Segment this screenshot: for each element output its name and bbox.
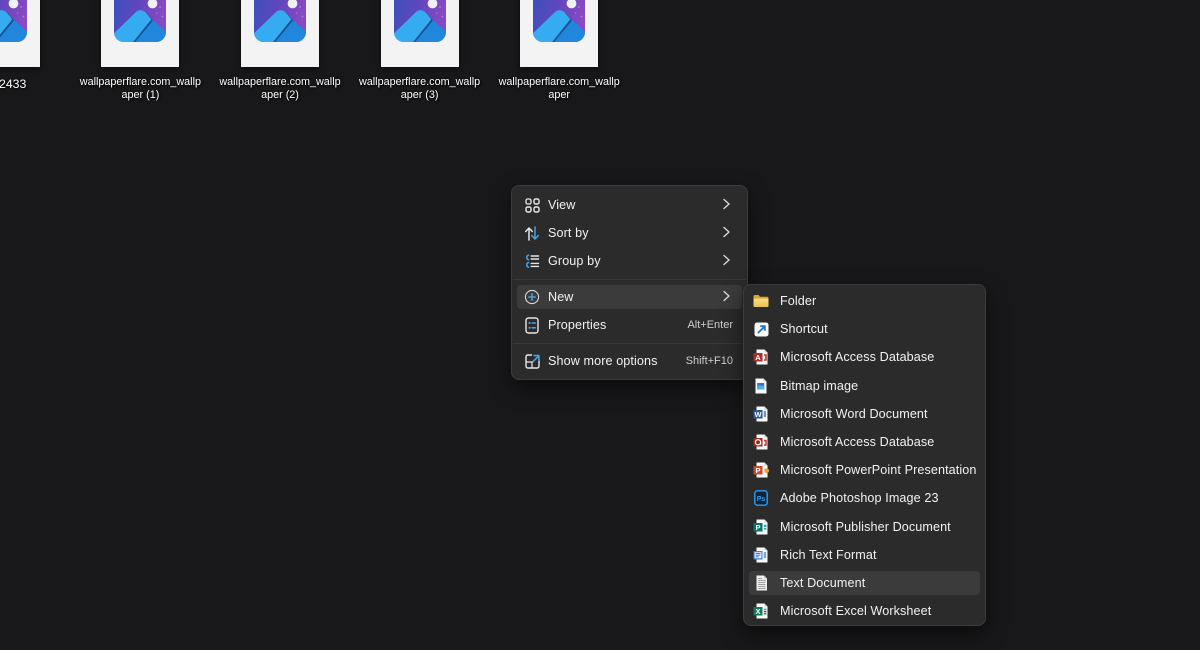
svg-text:X: X — [755, 607, 760, 616]
svg-text:P: P — [755, 466, 760, 475]
svg-text:Ps: Ps — [757, 496, 766, 503]
svg-text:A: A — [755, 353, 761, 362]
svg-text:W: W — [754, 410, 762, 419]
svg-text:P: P — [755, 523, 760, 532]
